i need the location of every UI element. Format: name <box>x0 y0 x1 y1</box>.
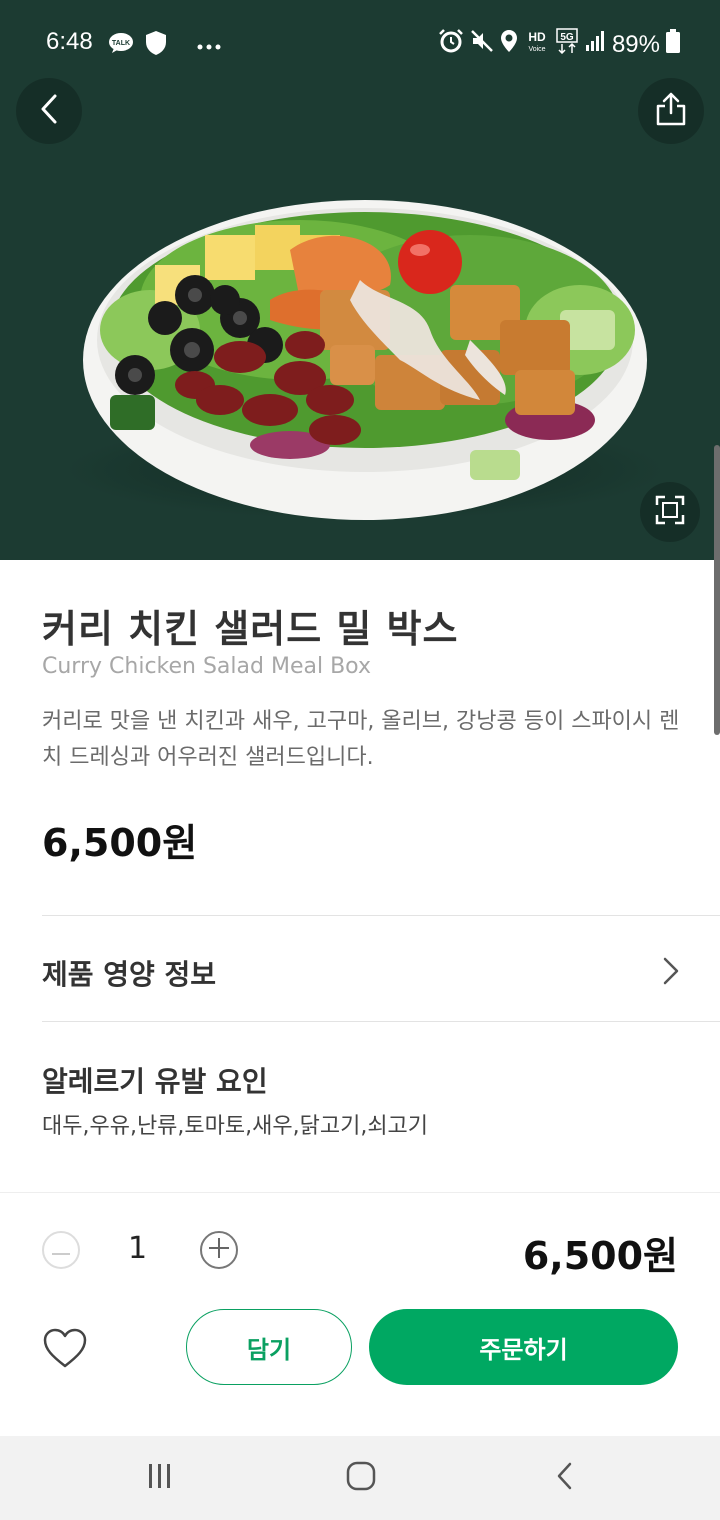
favorite-button[interactable] <box>42 1327 88 1369</box>
status-time: 6:48 <box>46 28 93 55</box>
alarm-icon <box>438 29 464 60</box>
shield-icon <box>144 30 168 60</box>
product-price: 6,500원 <box>42 821 198 865</box>
fullscreen-icon <box>655 495 685 529</box>
system-nav-bar <box>0 1436 720 1520</box>
fullscreen-button[interactable] <box>640 482 700 542</box>
product-title: 커리 치킨 샐러드 밀 박스 <box>42 607 459 651</box>
order-button[interactable]: 주문하기 <box>369 1309 678 1385</box>
share-button[interactable] <box>638 78 704 144</box>
recent-apps-icon <box>146 1462 174 1494</box>
product-title-english: Curry Chicken Salad Meal Box <box>42 654 371 679</box>
status-right-icons: HD Voice 5G 89% <box>438 28 680 61</box>
chevron-right-icon <box>662 956 680 990</box>
allergy-list: 대두,우유,난류,토마토,새우,닭고기,쇠고기 <box>42 1114 429 1139</box>
recent-apps-button[interactable] <box>138 1456 182 1500</box>
plus-icon <box>209 1238 229 1262</box>
more-dots-icon <box>196 36 222 55</box>
share-icon <box>653 91 689 131</box>
order-panel: 1 6,500원 담기 주문하기 <box>0 1192 720 1436</box>
chevron-left-icon <box>39 93 59 129</box>
home-icon <box>346 1461 376 1495</box>
svg-text:5G: 5G <box>560 32 574 43</box>
battery-percent: 89% <box>611 30 660 58</box>
nutrition-info-row[interactable]: 제품 영양 정보 <box>42 925 680 1021</box>
back-button[interactable] <box>16 78 82 144</box>
product-hero: 6:48 TALK HD Voice 5G 89% <box>0 0 720 560</box>
signal-icon <box>584 30 606 59</box>
quantity-value: 1 <box>128 1231 148 1266</box>
total-price: 6,500원 <box>522 1234 678 1278</box>
talk-icon: TALK <box>108 32 134 58</box>
svg-text:TALK: TALK <box>112 40 130 47</box>
nutrition-info-label: 제품 영양 정보 <box>42 958 217 991</box>
home-button[interactable] <box>339 1456 383 1500</box>
battery-icon <box>666 29 680 60</box>
divider <box>42 1021 720 1022</box>
heart-icon <box>42 1328 88 1373</box>
system-back-button[interactable] <box>542 1456 586 1500</box>
5g-icon: 5G <box>556 28 578 61</box>
status-left-icons: TALK <box>108 30 222 60</box>
svg-text:HD: HD <box>528 30 546 44</box>
divider <box>42 915 720 916</box>
salad-bowl-image <box>65 200 665 520</box>
add-to-cart-button[interactable]: 담기 <box>186 1309 352 1385</box>
location-icon <box>500 29 518 60</box>
scrollbar[interactable] <box>714 445 720 735</box>
product-description: 커리로 맛을 낸 치킨과 새우, 고구마, 올리브, 강낭콩 등이 스파이시 렌… <box>42 709 680 770</box>
svg-text:Voice: Voice <box>528 46 545 53</box>
status-bar: 6:48 TALK HD Voice 5G 89% <box>0 0 720 84</box>
allergy-title: 알레르기 유발 요인 <box>42 1065 268 1098</box>
hd-voice-icon: HD Voice <box>524 29 550 60</box>
mute-icon <box>470 29 494 60</box>
quantity-increase-button[interactable] <box>200 1231 238 1269</box>
back-arrow-icon <box>554 1461 574 1495</box>
minus-icon <box>52 1241 70 1260</box>
quantity-decrease-button[interactable] <box>42 1231 80 1269</box>
